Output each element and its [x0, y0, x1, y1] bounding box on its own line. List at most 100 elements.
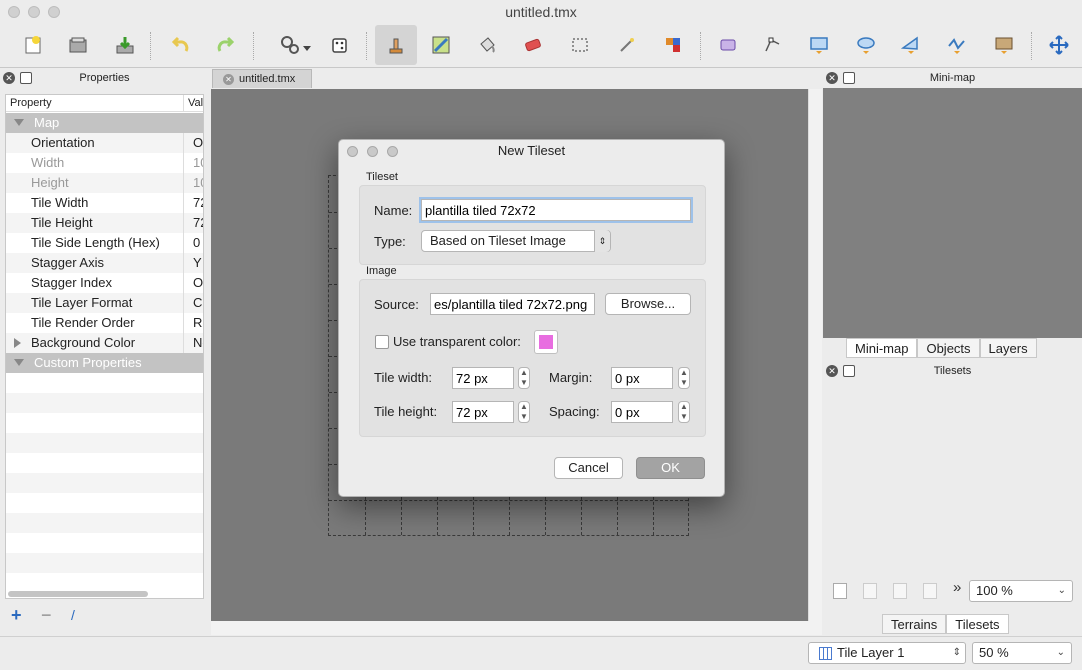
tileset-zoom-combo[interactable]: 100 % ⌄ — [969, 580, 1073, 602]
tile-height-input[interactable] — [452, 401, 514, 423]
margin-input[interactable] — [611, 367, 673, 389]
rename-property-icon[interactable]: / — [71, 607, 75, 623]
minimap-view[interactable] — [823, 88, 1082, 338]
map-zoom-combo[interactable]: 50 % ⌄ — [972, 642, 1072, 664]
terrain-brush-icon[interactable] — [426, 30, 456, 60]
column-header-value[interactable]: Val — [184, 95, 203, 112]
empty-row — [6, 533, 203, 553]
property-row[interactable]: Tile Side Length (Hex) 0 — [6, 233, 203, 253]
source-input[interactable] — [430, 293, 595, 315]
command-dropdown-icon[interactable] — [300, 30, 314, 60]
ok-button[interactable]: OK — [636, 457, 705, 479]
property-value[interactable]: Or — [189, 133, 203, 153]
edit-polygons-icon[interactable] — [758, 30, 788, 60]
column-header-property[interactable]: Property — [6, 95, 184, 112]
float-panel-icon[interactable] — [20, 72, 32, 84]
group-row-custom-properties[interactable]: Custom Properties — [6, 353, 203, 373]
new-tileset-icon[interactable] — [833, 583, 847, 599]
vertical-scrollbar[interactable] — [808, 89, 822, 621]
tilesets-panel-header: ✕ Tilesets — [823, 362, 1082, 380]
property-value[interactable]: 72 — [189, 213, 203, 233]
spacing-stepper[interactable]: ▲ ▼ — [678, 401, 690, 423]
remove-property-icon[interactable]: − — [41, 605, 52, 626]
import-tileset-icon[interactable] — [863, 583, 877, 599]
tab-layers[interactable]: Layers — [979, 338, 1037, 358]
move-icon[interactable] — [1044, 30, 1074, 60]
property-row[interactable]: Tile Layer FormatCS — [6, 293, 203, 313]
property-value[interactable]: No — [189, 333, 203, 353]
grid-line — [329, 500, 688, 501]
insert-tile-icon[interactable] — [989, 30, 1019, 60]
select-objects-icon[interactable] — [713, 30, 743, 60]
property-row[interactable]: Background ColorNo — [6, 333, 203, 353]
property-value[interactable]: 0 — [189, 233, 203, 253]
properties-table: Property Val Map OrientationOrWidth10Hei… — [5, 94, 204, 599]
layer-combo[interactable]: Tile Layer 1 ⇕ — [808, 642, 966, 664]
bucket-fill-icon[interactable] — [472, 30, 502, 60]
property-row[interactable]: Tile Render Order Rig — [6, 313, 203, 333]
undo-icon[interactable] — [166, 30, 196, 60]
rectangle-select-icon[interactable] — [565, 30, 595, 60]
horizontal-scrollbar[interactable] — [211, 621, 822, 635]
tileset-properties-icon[interactable] — [923, 583, 937, 599]
redo-icon[interactable] — [210, 30, 240, 60]
magic-wand-icon[interactable] — [612, 30, 642, 60]
property-row[interactable]: Tile Height72 — [6, 213, 203, 233]
save-icon[interactable] — [110, 30, 140, 60]
property-row[interactable]: Stagger Axis Y — [6, 253, 203, 273]
insert-polygon-icon[interactable] — [896, 30, 926, 60]
property-value[interactable]: Rig — [189, 313, 203, 333]
insert-ellipse-icon[interactable] — [851, 30, 881, 60]
close-tab-icon[interactable]: ✕ — [223, 74, 234, 85]
browse-button[interactable]: Browse... — [605, 293, 691, 315]
name-input[interactable] — [419, 197, 693, 223]
insert-rectangle-icon[interactable] — [804, 30, 834, 60]
add-property-icon[interactable]: + — [11, 605, 22, 626]
property-value[interactable]: 72 — [189, 193, 203, 213]
property-value[interactable]: 10 — [189, 153, 203, 173]
group-row-map[interactable]: Map — [6, 113, 203, 133]
tab-terrains[interactable]: Terrains — [882, 614, 947, 634]
property-row[interactable]: Stagger IndexOd — [6, 273, 203, 293]
insert-polyline-icon[interactable] — [942, 30, 972, 60]
select-same-tile-icon[interactable] — [658, 30, 688, 60]
new-map-icon[interactable] — [18, 30, 48, 60]
empty-row — [6, 573, 203, 593]
eraser-icon[interactable] — [518, 30, 548, 60]
tab-objects[interactable]: Objects — [917, 338, 980, 358]
property-row[interactable]: Width10 — [6, 153, 203, 173]
property-row[interactable]: OrientationOr — [6, 133, 203, 153]
type-select[interactable]: Based on Tileset Image ⇕ — [421, 230, 611, 252]
source-label: Source: — [374, 297, 419, 312]
horizontal-scrollbar[interactable] — [8, 591, 148, 597]
tile-width-input[interactable] — [452, 367, 514, 389]
margin-stepper[interactable]: ▲ ▼ — [678, 367, 690, 389]
tile-width-stepper[interactable]: ▲ ▼ — [518, 367, 530, 389]
tab-tilesets[interactable]: Tilesets — [946, 614, 1009, 634]
close-panel-icon[interactable]: ✕ — [826, 72, 838, 84]
close-panel-icon[interactable]: ✕ — [3, 72, 15, 84]
property-value[interactable]: Od — [189, 273, 203, 293]
export-tileset-icon[interactable] — [893, 583, 907, 599]
property-value[interactable]: CS — [189, 293, 203, 313]
close-panel-icon[interactable]: ✕ — [826, 365, 838, 377]
spacing-input[interactable] — [611, 401, 673, 423]
property-value[interactable]: 10 — [189, 173, 203, 193]
tilesets-view[interactable] — [823, 380, 1082, 605]
cancel-button[interactable]: Cancel — [554, 457, 623, 479]
transparent-color-swatch[interactable] — [534, 330, 558, 354]
tile-height-stepper[interactable]: ▲ ▼ — [518, 401, 530, 423]
property-row[interactable]: Tile Width72 — [6, 193, 203, 213]
random-mode-icon[interactable] — [325, 30, 355, 60]
transparent-color-checkbox[interactable] — [375, 335, 389, 349]
tab-minimap[interactable]: Mini-map — [846, 338, 918, 358]
property-row[interactable]: Height10 — [6, 173, 203, 193]
more-tools-icon[interactable]: » — [953, 579, 961, 596]
stamp-brush-icon[interactable] — [375, 25, 417, 65]
property-value[interactable]: Y — [189, 253, 203, 273]
property-key: Background Color — [6, 333, 184, 353]
float-panel-icon[interactable] — [843, 365, 855, 377]
float-panel-icon[interactable] — [843, 72, 855, 84]
document-tab[interactable]: ✕ untitled.tmx — [212, 69, 312, 88]
open-icon[interactable] — [63, 30, 93, 60]
